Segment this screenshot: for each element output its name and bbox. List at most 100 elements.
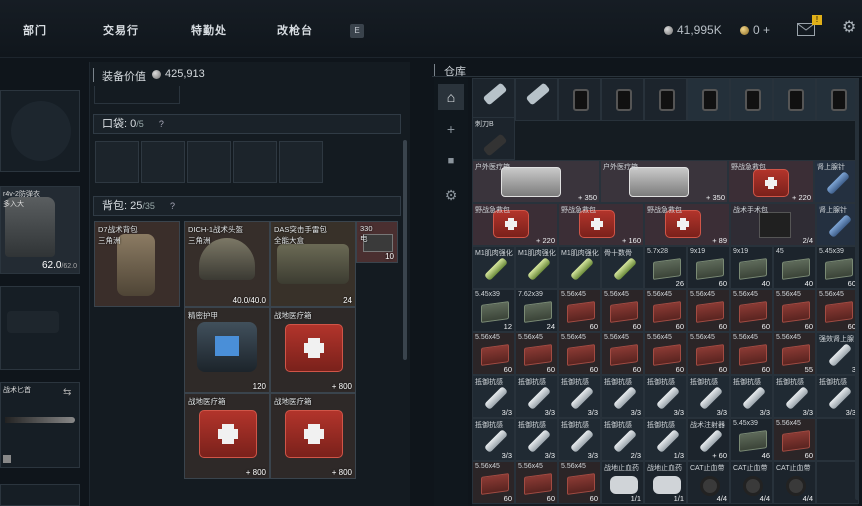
add-storage-tab-icon[interactable]: +	[438, 116, 464, 142]
bayonet-item[interactable]: 刺刀B	[472, 117, 515, 160]
swap-icon[interactable]: ⇆	[63, 387, 71, 398]
syringe-item[interactable]: 抵御抗感 3/3	[558, 375, 601, 418]
helmet-slot[interactable]	[0, 90, 80, 172]
ammo-item[interactable]: 5.56x45 60	[730, 332, 773, 375]
syringe-item[interactable]: 抵御抗感 1/3	[644, 418, 687, 461]
ammo-item[interactable]: 5.56x45 60	[687, 289, 730, 332]
storage-tab-main-icon[interactable]: ⌂	[438, 84, 464, 110]
stimulant-item[interactable]: 骨十数骨	[601, 246, 644, 289]
injector-item[interactable]: 战术注射器 + 60	[687, 418, 730, 461]
grenade-bag-item[interactable]: DAS突击手雷包 全能大盒 24	[270, 221, 356, 307]
stimulant-item[interactable]: M1肌肉强化	[515, 246, 558, 289]
ammo-item[interactable]: 5.56x45 60	[601, 289, 644, 332]
ammo-item[interactable]: 5.56x45 60	[472, 461, 515, 504]
ammo-item[interactable]: 5.56x45 60	[644, 289, 687, 332]
device-item[interactable]	[816, 78, 859, 121]
ammo-item[interactable]: 5.56x45 55	[773, 332, 816, 375]
backpack-scrollbar[interactable]	[403, 140, 407, 360]
syringe-item[interactable]: 抵御抗感 3/3	[730, 375, 773, 418]
ammo-item[interactable]: 45 40	[773, 246, 816, 289]
armor-plate-item[interactable]: 精密护甲 120	[184, 307, 270, 393]
stimulant-item[interactable]: M1肌肉强化	[558, 246, 601, 289]
ammo-item[interactable]: 5.56x45 60	[773, 289, 816, 332]
syringe-item[interactable]: 强效肾上腺 3	[816, 332, 859, 375]
help-icon[interactable]: ?	[170, 201, 175, 211]
ammo-item[interactable]: 5.56x45 60	[558, 289, 601, 332]
syringe-item[interactable]: 抵御抗感 3/3	[472, 418, 515, 461]
ammo-item[interactable]: 5.56x45 60	[515, 332, 558, 375]
camera-item[interactable]	[601, 78, 644, 121]
ammo-item[interactable]: 5.56x45 60	[816, 289, 859, 332]
melee-slot[interactable]: 战术匕首 ⇆	[0, 382, 80, 468]
surgery-kit-item[interactable]: 战术手术包 2/4	[730, 203, 816, 246]
syringe-item[interactable]: 抵御抗感 3/3	[773, 375, 816, 418]
device-item[interactable]	[730, 78, 773, 121]
camera-item[interactable]	[558, 78, 601, 121]
key-item[interactable]	[515, 78, 558, 121]
injector-item[interactable]: 肾上腺针	[816, 203, 859, 246]
ammo-item[interactable]: 5.7x28 26	[644, 246, 687, 289]
ammo-item[interactable]: 5.56x45 60	[730, 289, 773, 332]
ammo-item[interactable]: 9x19 40	[730, 246, 773, 289]
ammo-item[interactable]: 9x19 60	[687, 246, 730, 289]
ammo-item[interactable]: 5.45x39 12	[472, 289, 515, 332]
medkit-item[interactable]: 战地医疗箱 + 800	[270, 307, 356, 393]
ammo-item[interactable]: 5.56x45 60	[773, 418, 816, 461]
syringe-item[interactable]: 抵御抗感 3/3	[601, 375, 644, 418]
gold-currency[interactable]: 0 +	[740, 22, 770, 38]
storage-scrollbar[interactable]	[855, 80, 859, 500]
ammo-item[interactable]: 5.56x45 60	[644, 332, 687, 375]
syringe-item[interactable]: 抵御抗感 3/3	[644, 375, 687, 418]
device-item[interactable]	[773, 78, 816, 121]
ammo-box-item[interactable]: 330 电 10	[356, 221, 398, 263]
ammo-item[interactable]: 5.45x39 46	[730, 418, 773, 461]
ammo-item[interactable]: 5.56x45 60	[687, 332, 730, 375]
tourniquet-item[interactable]: CAT止血带 4/4	[773, 461, 816, 504]
tab-trading[interactable]: 交易行	[96, 18, 146, 44]
first-aid-item[interactable]: 野战急救包 + 220	[728, 160, 814, 203]
ammo-item[interactable]: 5.56x45 60	[515, 461, 558, 504]
outdoor-medkit-item[interactable]: 户外医疗箱 + 350	[472, 160, 600, 203]
syringe-item[interactable]: 抵御抗感 3/3	[515, 418, 558, 461]
syringe-item[interactable]: 抵御抗感 2/3	[601, 418, 644, 461]
settings-gear-icon[interactable]: ⚙	[438, 182, 464, 208]
hemostatic-item[interactable]: 战地止血药 1/1	[601, 461, 644, 504]
pocket-slot[interactable]	[233, 141, 277, 183]
pocket-slot[interactable]	[141, 141, 185, 183]
medkit-item[interactable]: 战地医疗箱 + 800	[184, 393, 270, 479]
ammo-item[interactable]: 5.56x45 60	[601, 332, 644, 375]
syringe-item[interactable]: 抵御抗感 3/3	[515, 375, 558, 418]
ammo-item[interactable]: 5.45x39 60	[816, 246, 859, 289]
pocket-slot[interactable]	[95, 141, 139, 183]
stimulant-item[interactable]: M1肌肉强化	[472, 246, 515, 289]
injector-item[interactable]: 肾上腺针	[814, 160, 857, 203]
tab-special-ops[interactable]: 特勤处	[184, 18, 234, 44]
help-icon[interactable]: ?	[159, 119, 164, 129]
key-item[interactable]	[472, 78, 515, 121]
lock-icon[interactable]: ■	[438, 148, 464, 174]
first-aid-item[interactable]: 野战急救包 + 220	[472, 203, 558, 246]
extra-slot[interactable]	[0, 484, 80, 506]
settings-gear-icon[interactable]: ⚙	[842, 20, 858, 36]
camera-item[interactable]	[644, 78, 687, 121]
tourniquet-item[interactable]: CAT止血带 4/4	[730, 461, 773, 504]
ammo-item[interactable]: 7.62x39 24	[515, 289, 558, 332]
medkit-item[interactable]: 战地医疗箱 + 800	[270, 393, 356, 479]
pocket-slot[interactable]	[187, 141, 231, 183]
pocket-slot[interactable]	[279, 141, 323, 183]
syringe-item[interactable]: 抵御抗感 3/3	[687, 375, 730, 418]
ammo-item[interactable]: 5.56x45 60	[558, 332, 601, 375]
weapon-slot[interactable]	[0, 286, 80, 370]
tab-gunsmith[interactable]: 改枪台	[270, 18, 320, 44]
backpack-item[interactable]: D7战术背包 三角洲	[94, 221, 180, 307]
hemostatic-item[interactable]: 战地止血药 1/1	[644, 461, 687, 504]
tab-department[interactable]: 部门	[14, 18, 56, 44]
ammo-item[interactable]: 5.56x45 60	[472, 332, 515, 375]
first-aid-item[interactable]: 野战急救包 + 89	[644, 203, 730, 246]
tourniquet-item[interactable]: CAT止血带 4/4	[687, 461, 730, 504]
ammo-item[interactable]: 5.56x45 60	[558, 461, 601, 504]
armor-slot[interactable]: r4v-2防弹衣 多入大 62.0/62.0	[0, 186, 80, 274]
helmet-item[interactable]: DICH-1战术头盔 三角洲 40.0/40.0	[184, 221, 270, 307]
device-item[interactable]	[687, 78, 730, 121]
syringe-item[interactable]: 抵御抗感 3/3	[816, 375, 859, 418]
